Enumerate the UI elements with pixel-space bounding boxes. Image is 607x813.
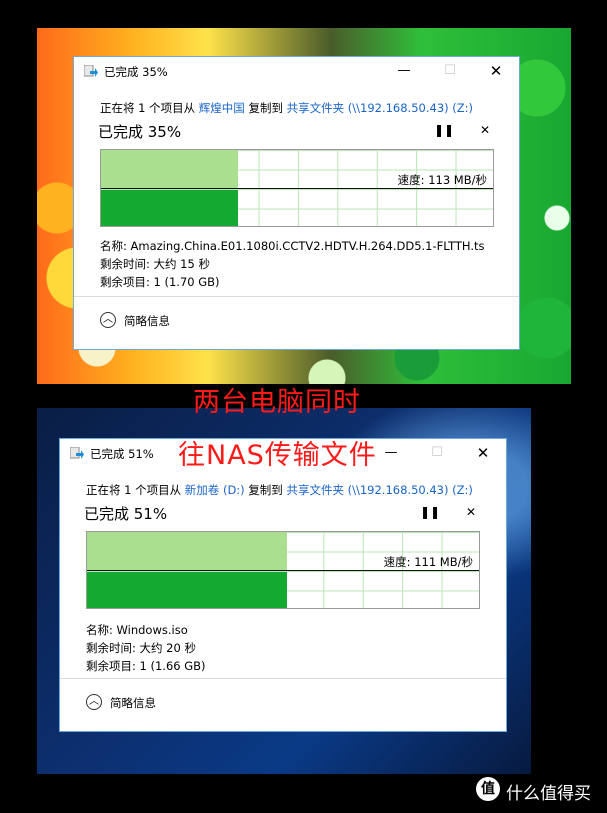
dialog-footer: ︿ 简略信息 [74,296,519,349]
minimize-button[interactable]: — [381,59,427,83]
watermark-text: 什么值得买 [506,784,591,804]
speed-line [87,570,479,571]
copy-progress-dialog: 已完成 35% — ☐ ✕ 正在将 1 个项目从 辉煌中国 复制到 共享文件夹 … [73,56,520,350]
fewer-details-toggle[interactable]: 简略信息 [124,313,170,329]
source-link[interactable]: 辉煌中国 [199,101,245,115]
copy-description: 正在将 1 个项目从 新加卷 (D:) 复制到 共享文件夹 (\\192.168… [86,482,473,498]
pause-button[interactable]: ❚❚ [420,505,440,519]
close-button[interactable]: ✕ [460,441,506,465]
chevron-up-icon[interactable]: ︿ [86,694,102,710]
destination-link[interactable]: 共享文件夹 (\\192.168.50.43) (Z:) [287,101,473,115]
transfer-speed-graph: 速度: 111 MB/秒 [86,531,480,609]
copy-description: 正在将 1 个项目从 辉煌中国 复制到 共享文件夹 (\\192.168.50.… [100,100,473,116]
close-button[interactable]: ✕ [473,59,519,83]
progress-heading: 已完成 51% [84,505,168,523]
copy-prefix: 正在将 1 个项目从 [100,101,199,115]
file-name: 名称: Amazing.China.E01.1080i.CCTV2.HDTV.H… [100,239,485,253]
cancel-button[interactable]: ✕ [480,123,490,137]
caption-line-1: 两台电脑同时 [193,387,361,418]
file-name: 名称: Windows.iso [86,623,188,637]
source-link[interactable]: 新加卷 (D:) [185,483,245,497]
time-remaining: 剩余时间: 大约 20 秒 [86,641,196,655]
speed-label: 速度: 113 MB/秒 [397,173,487,187]
pause-button[interactable]: ❚❚ [434,123,454,137]
progress-fill-upper [101,150,239,188]
speed-label: 速度: 111 MB/秒 [383,555,473,569]
destination-link[interactable]: 共享文件夹 (\\192.168.50.43) (Z:) [286,483,472,497]
dialog-footer: ︿ 简略信息 [60,678,506,731]
copy-middle: 复制到 [244,101,287,115]
speed-line [101,188,493,189]
transfer-speed-graph: 速度: 113 MB/秒 [100,149,494,227]
progress-fill-lower [87,572,287,608]
fewer-details-toggle[interactable]: 简略信息 [110,695,156,711]
cancel-button[interactable]: ✕ [466,505,476,519]
progress-fill-lower [101,190,239,226]
window-title: 已完成 51% [90,447,154,461]
chevron-up-icon[interactable]: ︿ [100,312,116,328]
progress-heading: 已完成 35% [98,123,182,141]
maximize-button[interactable]: ☐ [414,441,460,465]
copy-progress-dialog: 已完成 51% — ☐ ✕ 正在将 1 个项目从 新加卷 (D:) 复制到 共享… [59,438,507,732]
caption-line-2: 往NAS传输文件 [178,440,377,471]
items-remaining: 剩余项目: 1 (1.66 GB) [86,659,206,673]
file-copy-icon [70,447,84,459]
watermark-logo-icon: 值 [476,777,500,801]
progress-fill-upper [87,532,287,570]
title-bar[interactable]: 已完成 35% — ☐ ✕ [74,57,519,85]
window-title: 已完成 35% [104,65,168,79]
items-remaining: 剩余项目: 1 (1.70 GB) [100,275,220,289]
time-remaining: 剩余时间: 大约 15 秒 [100,257,210,271]
file-copy-icon [84,65,98,77]
maximize-button[interactable]: ☐ [427,59,473,83]
copy-prefix: 正在将 1 个项目从 [86,483,185,497]
copy-middle: 复制到 [244,483,287,497]
